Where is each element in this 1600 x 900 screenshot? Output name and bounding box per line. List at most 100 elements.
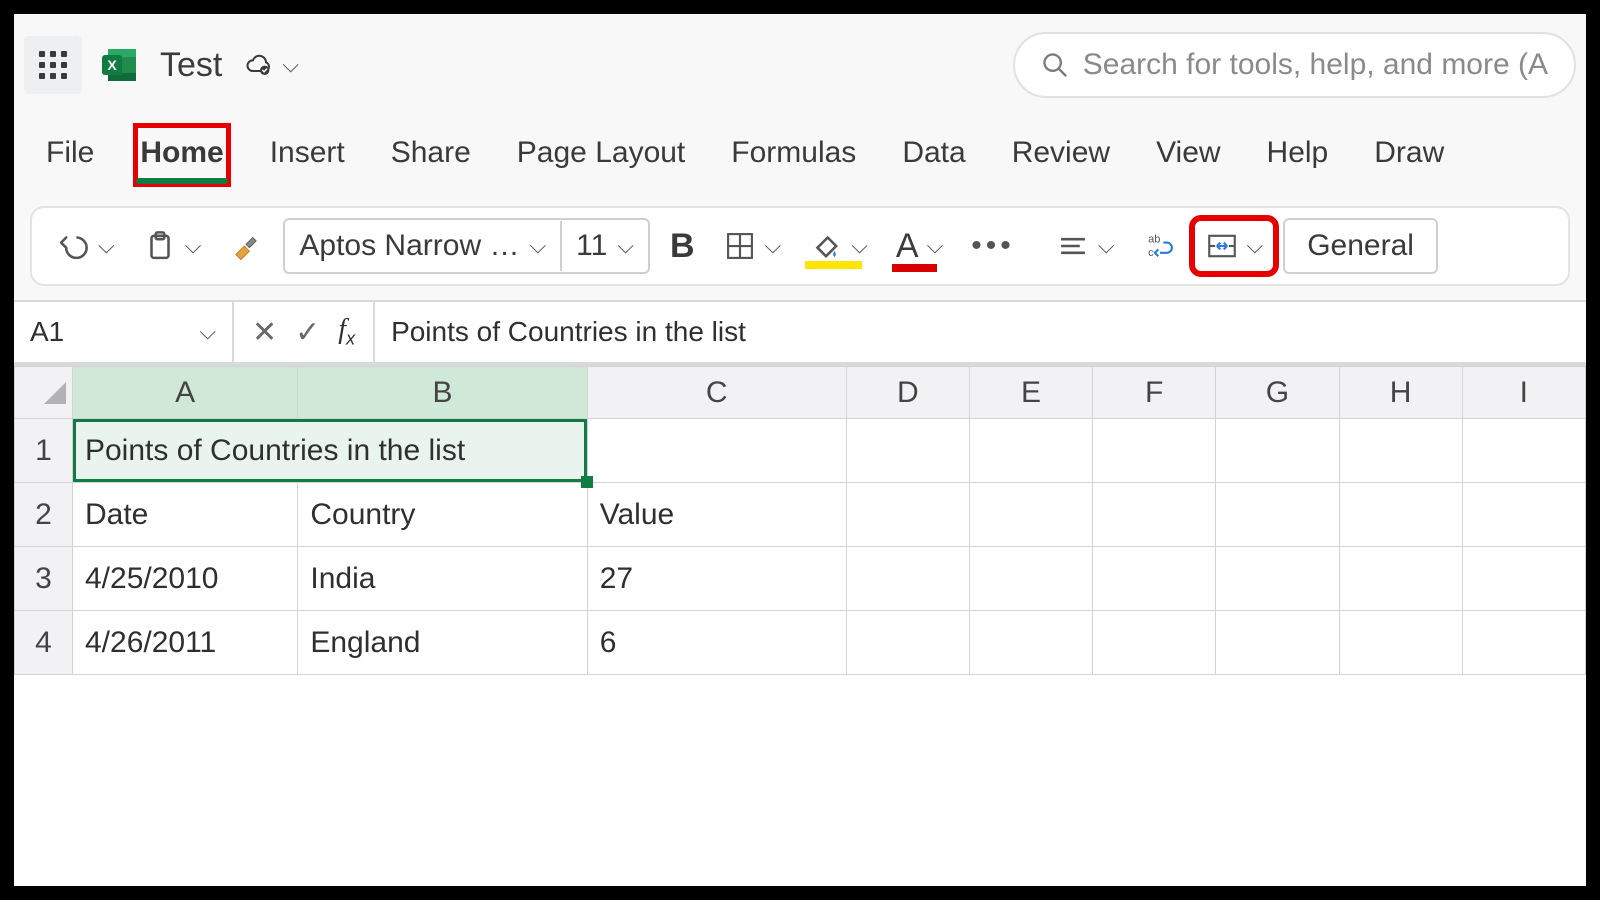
tab-share[interactable]: Share bbox=[387, 126, 475, 184]
cell-I1[interactable] bbox=[1462, 419, 1585, 483]
search-placeholder: Search for tools, help, and more (A bbox=[1083, 48, 1548, 82]
ribbon-toolbar-wrap: ⌵ ⌵ Aptos Narrow … ⌵ bbox=[14, 184, 1586, 300]
cell-D4[interactable] bbox=[846, 611, 969, 675]
name-box[interactable]: A1 ⌵ bbox=[14, 302, 234, 362]
cell-A1-merged[interactable]: Points of Countries in the list bbox=[72, 419, 587, 483]
more-font-button[interactable]: ••• bbox=[963, 223, 1023, 269]
cell-B3[interactable]: India bbox=[298, 547, 587, 611]
cancel-icon[interactable]: ✕ bbox=[252, 315, 277, 350]
cell-F2[interactable] bbox=[1093, 483, 1216, 547]
cell-H3[interactable] bbox=[1339, 547, 1462, 611]
tab-insert[interactable]: Insert bbox=[266, 126, 349, 184]
chevron-down-icon: ⌵ bbox=[851, 233, 868, 259]
cell-I4[interactable] bbox=[1462, 611, 1585, 675]
cloud-sync-icon bbox=[242, 49, 274, 81]
borders-button[interactable]: ⌵ bbox=[715, 223, 790, 269]
tab-view[interactable]: View bbox=[1152, 126, 1224, 184]
cell-I2[interactable] bbox=[1462, 483, 1585, 547]
col-header-E[interactable]: E bbox=[969, 367, 1092, 419]
cell-A4[interactable]: 4/26/2011 bbox=[72, 611, 297, 675]
tab-data[interactable]: Data bbox=[898, 126, 969, 184]
col-header-H[interactable]: H bbox=[1339, 367, 1462, 419]
tab-formulas[interactable]: Formulas bbox=[727, 126, 860, 184]
cell-C4[interactable]: 6 bbox=[587, 611, 846, 675]
chevron-down-icon: ⌵ bbox=[765, 233, 782, 259]
cell-E1[interactable] bbox=[969, 419, 1092, 483]
cell-I3[interactable] bbox=[1462, 547, 1585, 611]
chevron-down-icon: ⌵ bbox=[199, 319, 216, 345]
font-name-dropdown[interactable]: Aptos Narrow … ⌵ bbox=[285, 221, 562, 271]
wrap-text-button[interactable]: ab c bbox=[1135, 223, 1185, 269]
tab-file[interactable]: File bbox=[42, 126, 98, 184]
row-2: 2 Date Country Value bbox=[15, 483, 1586, 547]
col-header-I[interactable]: I bbox=[1462, 367, 1585, 419]
font-color-button[interactable]: A ⌵ bbox=[888, 221, 951, 272]
cell-D1[interactable] bbox=[846, 419, 969, 483]
fx-icon[interactable]: fx bbox=[338, 314, 355, 350]
ribbon-toolbar: ⌵ ⌵ Aptos Narrow … ⌵ bbox=[30, 206, 1570, 286]
chevron-down-icon: ⌵ bbox=[98, 233, 115, 259]
row-header-2[interactable]: 2 bbox=[15, 483, 73, 547]
excel-logo-icon: X bbox=[100, 45, 140, 85]
cell-D2[interactable] bbox=[846, 483, 969, 547]
cell-F1[interactable] bbox=[1093, 419, 1216, 483]
cell-H4[interactable] bbox=[1339, 611, 1462, 675]
cell-C3[interactable]: 27 bbox=[587, 547, 846, 611]
align-button[interactable]: ⌵ bbox=[1048, 223, 1123, 269]
font-picker[interactable]: Aptos Narrow … ⌵ 11 ⌵ bbox=[283, 218, 650, 274]
merge-center-button[interactable]: ⌵ bbox=[1197, 223, 1272, 269]
spreadsheet-grid[interactable]: A B C D E F G H I 1 Points of Countries … bbox=[14, 364, 1586, 886]
cell-C2[interactable]: Value bbox=[587, 483, 846, 547]
cell-C1[interactable] bbox=[587, 419, 846, 483]
cell-G3[interactable] bbox=[1216, 547, 1339, 611]
col-header-A[interactable]: A bbox=[72, 367, 297, 419]
col-header-D[interactable]: D bbox=[846, 367, 969, 419]
col-header-G[interactable]: G bbox=[1216, 367, 1339, 419]
cell-B2[interactable]: Country bbox=[298, 483, 587, 547]
cell-A3[interactable]: 4/25/2010 bbox=[72, 547, 297, 611]
enter-icon[interactable]: ✓ bbox=[295, 315, 320, 350]
number-format-label: General bbox=[1307, 229, 1414, 263]
fill-color-button[interactable]: ⌵ bbox=[801, 223, 876, 269]
cell-E2[interactable] bbox=[969, 483, 1092, 547]
col-header-C[interactable]: C bbox=[587, 367, 846, 419]
tab-home[interactable]: Home bbox=[136, 126, 227, 184]
fill-handle[interactable] bbox=[581, 476, 593, 488]
formula-input[interactable]: Points of Countries in the list bbox=[375, 316, 1586, 348]
row-header-1[interactable]: 1 bbox=[15, 419, 73, 483]
format-painter-button[interactable] bbox=[221, 223, 271, 269]
undo-button[interactable]: ⌵ bbox=[48, 223, 123, 269]
cell-G1[interactable] bbox=[1216, 419, 1339, 483]
row-header-4[interactable]: 4 bbox=[15, 611, 73, 675]
cell-F3[interactable] bbox=[1093, 547, 1216, 611]
cell-G2[interactable] bbox=[1216, 483, 1339, 547]
bold-button[interactable]: B bbox=[662, 221, 703, 272]
cell-H2[interactable] bbox=[1339, 483, 1462, 547]
col-header-F[interactable]: F bbox=[1093, 367, 1216, 419]
font-size-dropdown[interactable]: 11 ⌵ bbox=[562, 221, 648, 271]
search-box[interactable]: Search for tools, help, and more (A bbox=[1013, 32, 1576, 98]
tab-review[interactable]: Review bbox=[1008, 126, 1114, 184]
document-title[interactable]: Test bbox=[160, 46, 222, 85]
tab-draw[interactable]: Draw bbox=[1370, 126, 1448, 184]
cell-B4[interactable]: England bbox=[298, 611, 587, 675]
autosave-status[interactable]: ⌵ bbox=[242, 49, 299, 81]
cell-E3[interactable] bbox=[969, 547, 1092, 611]
chevron-down-icon: ⌵ bbox=[1247, 233, 1264, 259]
col-header-B[interactable]: B bbox=[298, 367, 587, 419]
tab-page-layout[interactable]: Page Layout bbox=[513, 126, 689, 184]
app-launcher-icon[interactable] bbox=[24, 36, 82, 94]
cell-F4[interactable] bbox=[1093, 611, 1216, 675]
bold-icon: B bbox=[670, 227, 695, 266]
font-name-label: Aptos Narrow … bbox=[299, 229, 519, 263]
select-all-corner[interactable] bbox=[15, 367, 73, 419]
row-header-3[interactable]: 3 bbox=[15, 547, 73, 611]
cell-G4[interactable] bbox=[1216, 611, 1339, 675]
number-format-dropdown[interactable]: General bbox=[1283, 218, 1438, 274]
tab-help[interactable]: Help bbox=[1263, 126, 1333, 184]
paste-button[interactable]: ⌵ bbox=[135, 223, 210, 269]
cell-E4[interactable] bbox=[969, 611, 1092, 675]
cell-D3[interactable] bbox=[846, 547, 969, 611]
cell-H1[interactable] bbox=[1339, 419, 1462, 483]
cell-A2[interactable]: Date bbox=[72, 483, 297, 547]
